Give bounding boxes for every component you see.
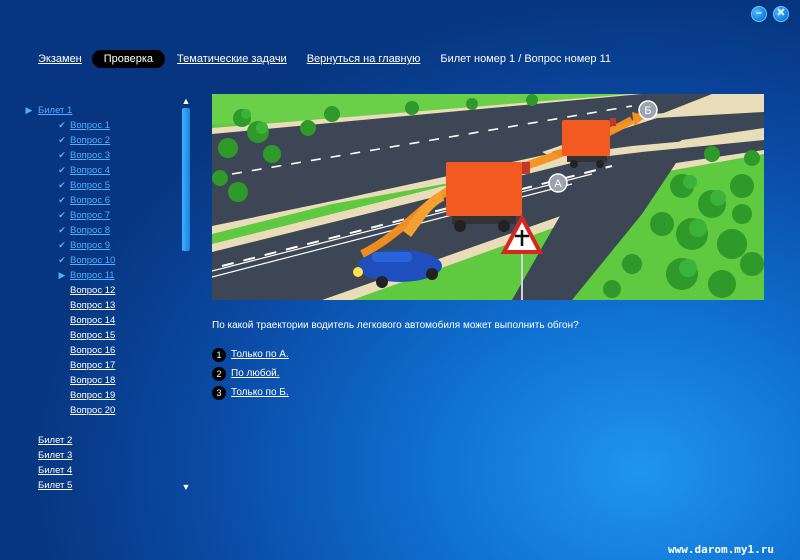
tree-question-item[interactable]: Вопрос 12 <box>24 283 184 298</box>
tree-question-item[interactable]: Вопрос 15 <box>24 328 184 343</box>
tree-question-item-link[interactable]: Вопрос 7 <box>70 210 110 221</box>
sidebar-scrollbar[interactable]: ▲ ▼ <box>180 96 192 492</box>
checkmark-icon: ✔ <box>58 120 66 130</box>
answer-option-2[interactable]: 2 По любой. <box>212 364 289 383</box>
tree-question-item[interactable]: ✔ Вопрос 8 <box>24 223 184 238</box>
answer-link[interactable]: По любой. <box>231 368 280 379</box>
tree-question-item-link[interactable]: Вопрос 17 <box>70 360 115 371</box>
checkmark-icon: ✔ <box>58 195 66 205</box>
checkmark-icon: ✔ <box>58 210 66 220</box>
checkmark-icon: ✔ <box>58 225 66 235</box>
checkmark-icon: ✔ <box>58 165 66 175</box>
tree-question-item-link[interactable]: Вопрос 4 <box>70 165 110 176</box>
tree-question-item-link[interactable]: Вопрос 11 <box>70 270 115 281</box>
tree-question-item[interactable]: ✔ Вопрос 3 <box>24 148 184 163</box>
answer-number-badge: 1 <box>212 347 226 362</box>
nav-check-tab-active[interactable]: Проверка <box>91 50 166 68</box>
tree-ticket-item[interactable]: Билет 3 <box>24 448 184 463</box>
breadcrumb: Билет номер 1 / Вопрос номер 11 <box>440 53 611 65</box>
scroll-down-arrow-icon[interactable]: ▼ <box>180 482 192 492</box>
tree-question-item[interactable]: ✔ Вопрос 10 <box>24 253 184 268</box>
trajectory-b-label: Б <box>644 105 651 117</box>
tree-question-item[interactable]: Вопрос 17 <box>24 358 184 373</box>
tree-question-item[interactable]: ✔ Вопрос 6 <box>24 193 184 208</box>
tree-question-item-link[interactable]: Вопрос 9 <box>70 240 110 251</box>
tree-question-item[interactable]: ✔ Вопрос 1 <box>24 118 184 133</box>
road-scene-image: А Б <box>212 94 764 300</box>
tree-question-item-link[interactable]: Вопрос 18 <box>70 375 115 386</box>
tree-question-item-link[interactable]: Вопрос 6 <box>70 195 110 206</box>
tree-question-item[interactable]: Вопрос 19 <box>24 388 184 403</box>
tree-question-item-link[interactable]: Вопрос 14 <box>70 315 115 326</box>
tree-question-item[interactable]: Вопрос 18 <box>24 373 184 388</box>
answer-option-3[interactable]: 3 Только по Б. <box>212 383 289 402</box>
top-navigation: Экзамен Проверка Тематические задачи Вер… <box>38 49 611 69</box>
checkmark-icon: ✔ <box>58 150 66 160</box>
nav-exam-link[interactable]: Экзамен <box>38 53 82 65</box>
checkmark-icon: ✔ <box>58 180 66 190</box>
nav-topics-link[interactable]: Тематические задачи <box>177 53 287 65</box>
tree-question-item-link[interactable]: Вопрос 13 <box>70 300 115 311</box>
answer-option-1[interactable]: 1 Только по А. <box>212 345 289 364</box>
tree-question-item[interactable]: ▶ Вопрос 11 <box>24 268 184 283</box>
tree-ticket-item-link[interactable]: Билет 4 <box>38 465 72 476</box>
tree-question-item-link[interactable]: Вопрос 8 <box>70 225 110 236</box>
tree-ticket-item-link[interactable]: Билет 3 <box>38 450 72 461</box>
tree-question-item[interactable]: Вопрос 16 <box>24 343 184 358</box>
tree-question-item-link[interactable]: Вопрос 5 <box>70 180 110 191</box>
tree-question-item-link[interactable]: Вопрос 19 <box>70 390 115 401</box>
tree-question-item[interactable]: ✔ Вопрос 4 <box>24 163 184 178</box>
tree-question-item[interactable]: ✔ Вопрос 9 <box>24 238 184 253</box>
tree-question-item[interactable]: ✔ Вопрос 2 <box>24 133 184 148</box>
ticket-tree: ▶ Билет 1 ✔ Вопрос 1 ✔ Вопрос 2 ✔ Вопрос 3 ✔ Вопр… <box>24 103 184 493</box>
tree-question-item-link[interactable]: Вопрос 10 <box>70 255 115 266</box>
tree-question-item[interactable]: Вопрос 20 <box>24 403 184 418</box>
tree-question-item-link[interactable]: Вопрос 12 <box>70 285 115 296</box>
answer-link[interactable]: Только по Б. <box>231 387 289 398</box>
expand-arrow-icon: ▶ <box>25 105 33 115</box>
minimize-button[interactable]: – <box>751 6 767 22</box>
tree-question-item[interactable]: ✔ Вопрос 7 <box>24 208 184 223</box>
nav-home-link[interactable]: Вернуться на главную <box>307 53 421 65</box>
tree-ticket-item-link[interactable]: Билет 5 <box>38 480 72 491</box>
scroll-up-arrow-icon[interactable]: ▲ <box>180 96 192 106</box>
answer-number-badge: 3 <box>212 385 226 400</box>
scroll-thumb[interactable] <box>182 108 190 251</box>
tree-ticket-item[interactable]: Билет 2 <box>24 433 184 448</box>
close-button[interactable]: ✕ <box>773 6 789 22</box>
trajectory-a-label: А <box>554 178 562 190</box>
answer-list: 1 Только по А. 2 По любой. 3 Только по Б… <box>212 345 289 402</box>
answer-link[interactable]: Только по А. <box>231 349 289 360</box>
question-illustration: А Б <box>212 94 764 300</box>
tree-question-item-link[interactable]: Вопрос 20 <box>70 405 115 416</box>
tree-ticket-item[interactable]: Билет 4 <box>24 463 184 478</box>
checkmark-icon: ✔ <box>58 255 66 265</box>
site-watermark: www.darom.my1.ru <box>668 543 774 556</box>
tree-question-item[interactable]: ✔ Вопрос 5 <box>24 178 184 193</box>
tree-question-item[interactable]: Вопрос 14 <box>24 313 184 328</box>
question-text: По какой траектории водитель легкового а… <box>212 320 579 331</box>
checkmark-icon: ✔ <box>58 135 66 145</box>
tree-ticket-1[interactable]: ▶ Билет 1 <box>24 103 184 118</box>
answer-number-badge: 2 <box>212 366 226 381</box>
checkmark-icon: ✔ <box>58 240 66 250</box>
current-arrow-icon: ▶ <box>58 270 66 280</box>
tree-question-item-link[interactable]: Вопрос 3 <box>70 150 110 161</box>
tree-question-item-link[interactable]: Вопрос 16 <box>70 345 115 356</box>
tree-question-item-link[interactable]: Вопрос 2 <box>70 135 110 146</box>
tree-question-item-link[interactable]: Вопрос 1 <box>70 120 110 131</box>
tree-ticket-1-link[interactable]: Билет 1 <box>38 105 72 116</box>
tree-question-item-link[interactable]: Вопрос 15 <box>70 330 115 341</box>
tree-question-item[interactable]: Вопрос 13 <box>24 298 184 313</box>
tree-ticket-item-link[interactable]: Билет 2 <box>38 435 72 446</box>
tree-ticket-item[interactable]: Билет 5 <box>24 478 184 493</box>
